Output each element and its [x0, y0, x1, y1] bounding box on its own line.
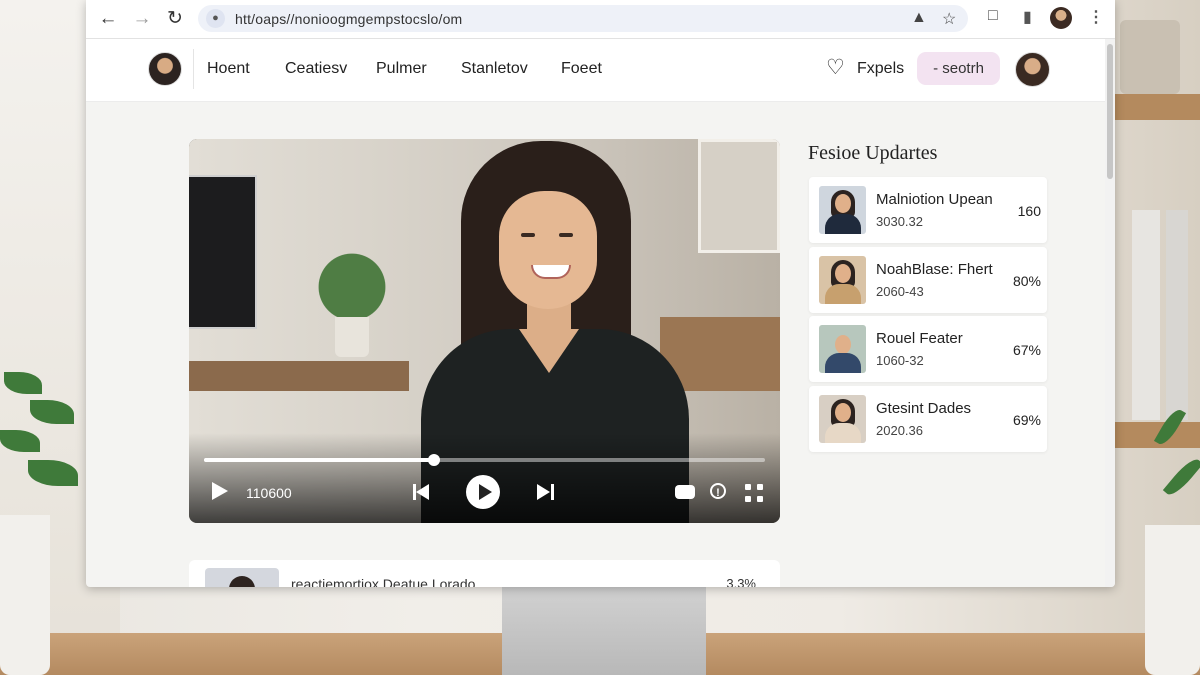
video-time: 110600	[246, 485, 292, 501]
menu-kebab-icon[interactable]: ⋮	[1088, 7, 1104, 27]
update-stat: 69%	[1012, 412, 1041, 428]
update-date: 2060-43	[876, 284, 924, 299]
update-card[interactable]: NoahBlase: Fhert 2060-43 80%	[809, 247, 1047, 313]
update-date: 1060-32	[876, 353, 924, 368]
nav-link-stanletov[interactable]: Stanletov	[461, 60, 528, 78]
shelf-book	[1166, 210, 1188, 420]
video-progress-fill	[204, 458, 434, 462]
address-bar[interactable]: ● htt/oaps//nonioogmgempstocslo/om ▲ ☆	[198, 5, 968, 32]
update-date: 2020.36	[876, 423, 923, 438]
video-scene-monitor	[189, 175, 257, 329]
search-button[interactable]: - seotrh	[917, 52, 1000, 85]
skip-forward-icon[interactable]	[536, 484, 554, 500]
update-thumbnail	[819, 325, 866, 373]
update-stat: 80%	[1012, 273, 1041, 289]
url-text[interactable]: htt/oaps//nonioogmgempstocslo/om	[235, 11, 462, 27]
browser-window: ← → ↻ ● htt/oaps//nonioogmgempstocslo/om…	[86, 0, 1115, 587]
reload-icon[interactable]: ↻	[162, 6, 188, 32]
browser-profile-avatar[interactable]	[1050, 7, 1072, 29]
nav-link-creators[interactable]: Ceatiesv	[285, 60, 347, 78]
site-info-icon[interactable]: ●	[206, 9, 225, 28]
browser-toolbar: ← → ↻ ● htt/oaps//nonioogmgempstocslo/om…	[86, 0, 1115, 39]
site-header: Hoent Ceatiesv Pulmer Stanletov Foeet ♡ …	[86, 39, 1115, 102]
person-eye	[559, 233, 573, 237]
nav-link-home[interactable]: Hoent	[207, 60, 250, 78]
update-stat: 160	[1017, 203, 1041, 219]
video-list-title: reactiemortiox Deatue Lorado	[291, 576, 476, 587]
monitor-stand	[502, 585, 706, 675]
skip-back-icon[interactable]	[413, 484, 431, 500]
video-list-stat: 3.3%	[726, 576, 756, 587]
update-thumbnail	[819, 256, 866, 304]
video-player[interactable]: 110600 !	[189, 139, 780, 523]
header-divider	[193, 49, 194, 89]
info-icon[interactable]: !	[710, 483, 726, 499]
video-scene-desk	[189, 361, 409, 391]
shelf-jar	[1120, 20, 1180, 94]
video-list-item[interactable]: reactiemortiox Deatue Lorado 3.3%	[189, 560, 780, 587]
person-face	[499, 191, 597, 309]
update-date: 3030.32	[876, 214, 923, 229]
update-card[interactable]: Malniotion Upean 3030.32 160	[809, 177, 1047, 243]
share-icon[interactable]: ▲	[911, 9, 927, 27]
star-icon[interactable]: ☆	[942, 9, 956, 29]
arrow-right-icon[interactable]: →	[129, 6, 155, 32]
plant-pot	[1145, 525, 1200, 675]
update-stat: 67%	[1012, 342, 1041, 358]
shelf-book	[1132, 210, 1160, 420]
nav-link-premier[interactable]: Pulmer	[376, 60, 427, 78]
update-thumbnail	[819, 186, 866, 234]
wall-shelf	[1110, 422, 1200, 448]
person-eye	[521, 233, 535, 237]
explore-link[interactable]: Fxpels	[857, 60, 904, 78]
nav-link-feed[interactable]: Foeet	[561, 60, 602, 78]
video-scene-picture	[698, 139, 780, 253]
video-progress-knob[interactable]	[428, 454, 440, 466]
wall-shelf	[1110, 94, 1200, 120]
update-card[interactable]: Rouel Feater 1060-32 67%	[809, 316, 1047, 382]
update-card[interactable]: Gtesint Dades 2020.36 69%	[809, 386, 1047, 452]
extensions-icon[interactable]: □	[988, 7, 998, 25]
updates-title: Fesioe Updartes	[808, 142, 938, 164]
update-thumbnail	[819, 395, 866, 443]
video-scene-pot	[335, 317, 369, 357]
video-progress-bar[interactable]	[204, 454, 765, 466]
update-title: Malniotion Upean	[876, 191, 993, 208]
arrow-left-icon[interactable]: ←	[95, 6, 121, 32]
user-avatar[interactable]	[1015, 52, 1050, 87]
sidebar-icon[interactable]: ▮	[1023, 7, 1032, 27]
captions-icon[interactable]	[675, 485, 695, 499]
fullscreen-icon[interactable]	[745, 484, 763, 502]
update-title: Gtesint Dades	[876, 400, 972, 417]
video-list-thumbnail	[205, 568, 279, 587]
video-scene-plant	[307, 247, 397, 327]
play-button[interactable]	[466, 475, 500, 509]
play-icon[interactable]	[212, 482, 228, 500]
plant-pot	[0, 515, 50, 675]
heart-icon[interactable]: ♡	[826, 56, 845, 80]
update-title: Rouel Feater	[876, 330, 963, 347]
update-title: NoahBlase: Fhert	[876, 261, 993, 278]
logo-avatar[interactable]	[148, 52, 182, 86]
plant-leaf	[1162, 454, 1200, 500]
scrollbar-thumb[interactable]	[1107, 44, 1113, 179]
play-icon	[479, 484, 492, 500]
